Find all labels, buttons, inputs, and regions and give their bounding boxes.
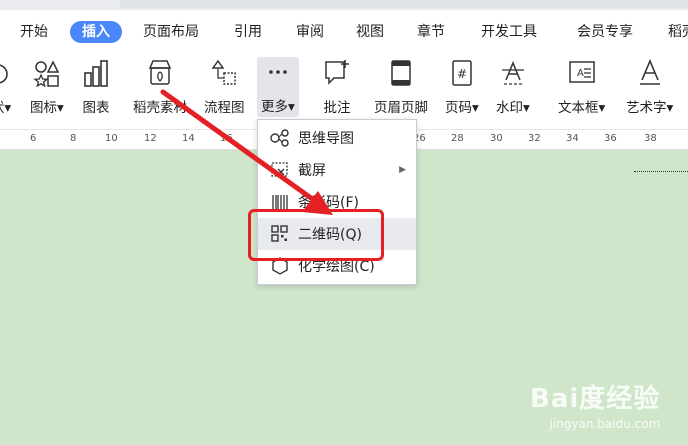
screenshot-icon xyxy=(268,161,292,179)
ribbon-comment-button[interactable]: 批注 xyxy=(322,58,352,116)
ribbon-icons-button[interactable]: 图标▾ xyxy=(30,58,64,116)
ruler-tick: 34 xyxy=(566,133,579,144)
ribbon-label: 页眉页脚 xyxy=(374,100,428,116)
ribbon-more-button[interactable]: 更多▾ xyxy=(257,57,299,117)
ruler-tick: 10 xyxy=(105,133,118,144)
ribbon-label: 艺术字▾ xyxy=(626,100,674,116)
ribbon-label: 稻壳素材 xyxy=(133,100,187,116)
icons-icon xyxy=(32,58,62,88)
ribbon-label: 批注 xyxy=(323,100,351,116)
ribbon-label: 图标▾ xyxy=(30,100,64,116)
more-icon xyxy=(263,57,293,87)
baidu-jingyan-watermark: Bai度经验 jingyan.baidu.com xyxy=(530,378,660,431)
svg-text:A: A xyxy=(577,68,584,79)
ribbon-watermark-button[interactable]: 水印▾ xyxy=(496,58,530,116)
tab-developer[interactable]: 开发工具 xyxy=(481,22,537,42)
tab-start[interactable]: 开始 xyxy=(20,22,48,42)
menu-item-label: 思维导图 xyxy=(298,131,354,147)
ribbon-label: 页码▾ xyxy=(445,100,479,116)
tab-review[interactable]: 审阅 xyxy=(296,22,324,42)
textbox-icon: A xyxy=(567,58,597,88)
watermark-url: jingyan.baidu.com xyxy=(549,417,661,431)
menu-item-mindmap[interactable]: 思维导图 xyxy=(258,122,416,154)
ribbon-label: 状▾ xyxy=(0,100,12,116)
ruler-tick: 36 xyxy=(604,133,617,144)
ruler-tick: 14 xyxy=(182,133,195,144)
ribbon-chart-button[interactable]: 图表 xyxy=(81,58,111,116)
watermark-logo-text: Bai度经验 xyxy=(530,384,661,414)
ribbon-wordart-button[interactable]: 艺术字▾ xyxy=(626,58,673,116)
svg-text:#: # xyxy=(457,67,467,81)
submenu-arrow-icon: ▶ xyxy=(399,165,406,175)
tab-member[interactable]: 会员专享 xyxy=(577,22,633,42)
comment-icon xyxy=(322,58,352,88)
ribbon-label: 流程图 xyxy=(204,100,245,116)
ruler-tick: 38 xyxy=(644,133,657,144)
mindmap-icon xyxy=(268,129,292,147)
margin-guide xyxy=(634,171,688,172)
page-number-icon: # xyxy=(447,58,477,88)
ruler-tick: 6 xyxy=(30,133,37,144)
ribbon-header-footer-button[interactable]: 页眉页脚 xyxy=(374,58,428,116)
highlight-annotation-box xyxy=(248,209,384,261)
tab-references[interactable]: 引用 xyxy=(234,22,262,42)
flowchart-icon xyxy=(209,58,239,88)
ruler-tick: 16 xyxy=(220,133,233,144)
wordart-icon xyxy=(635,58,665,88)
tab-view[interactable]: 视图 xyxy=(356,22,384,42)
tab-docer[interactable]: 稻壳 xyxy=(668,22,688,42)
ribbon-label: 更多▾ xyxy=(261,99,295,115)
title-bar xyxy=(0,0,688,10)
ruler-tick: 30 xyxy=(490,133,503,144)
ribbon-textbox-button[interactable]: A 文本框▾ xyxy=(558,58,605,116)
menu-item-label: 截屏 xyxy=(298,163,326,179)
watermark-icon xyxy=(498,58,528,88)
tab-page-layout[interactable]: 页面布局 xyxy=(143,22,199,42)
ribbon-page-number-button[interactable]: # 页码▾ xyxy=(445,58,479,116)
tab-insert[interactable]: 插入 xyxy=(70,21,122,43)
ribbon-label: 水印▾ xyxy=(496,100,530,116)
ruler-tick: 32 xyxy=(528,133,541,144)
title-bar-strip xyxy=(120,0,688,8)
ribbon-flowchart-button[interactable]: 流程图 xyxy=(204,58,245,116)
menu-item-screenshot[interactable]: 截屏 ▶ xyxy=(258,154,416,186)
material-icon xyxy=(145,58,175,88)
chart-icon xyxy=(81,58,111,88)
header-footer-icon xyxy=(386,58,416,88)
tab-chapter[interactable]: 章节 xyxy=(417,22,445,42)
shape-icon xyxy=(0,58,16,88)
ribbon-shape-button[interactable]: 状▾ xyxy=(0,58,16,116)
ruler-tick: 28 xyxy=(451,133,464,144)
ribbon-label: 图表 xyxy=(82,100,110,116)
menu-bar: 开始 插入 页面布局 引用 审阅 视图 章节 开发工具 会员专享 稻壳 xyxy=(0,10,688,54)
ribbon-material-button[interactable]: 稻壳素材 xyxy=(133,58,187,116)
ruler-tick: 12 xyxy=(144,133,157,144)
ruler-tick: 8 xyxy=(70,133,77,144)
ribbon-label: 文本框▾ xyxy=(558,100,606,116)
